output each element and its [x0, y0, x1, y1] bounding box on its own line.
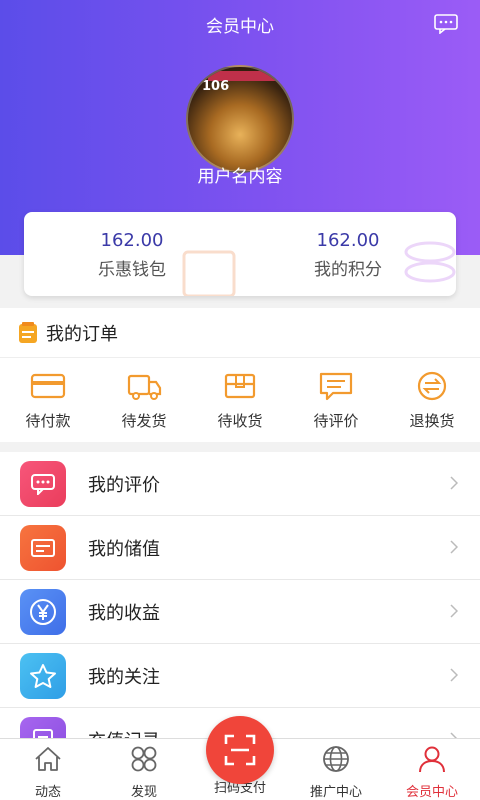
order-pending-review[interactable]: 待评价 — [288, 358, 384, 442]
chat-icon — [20, 460, 66, 507]
tab-discover-label: 发现 — [130, 785, 157, 800]
scan-icon — [224, 734, 256, 766]
order-pending-payment-label: 待付款 — [25, 412, 71, 430]
order-returns-label: 退换货 — [409, 412, 455, 430]
chevron-right-icon — [450, 476, 458, 490]
menu-my-earnings[interactable]: 我的收益 — [0, 580, 480, 644]
order-header[interactable]: 我的订单 — [0, 308, 480, 358]
stored-value-icon — [20, 524, 66, 571]
box-icon — [224, 373, 256, 399]
star-icon — [20, 652, 66, 699]
order-pending-shipment-label: 待发货 — [121, 412, 167, 430]
coins-deco-icon — [404, 241, 456, 283]
chevron-right-icon — [450, 668, 458, 682]
avatar[interactable]: 106 — [186, 65, 294, 173]
wallet-item[interactable]: 162.00 乐惠钱包 — [24, 212, 240, 296]
menu-my-follows[interactable]: 我的关注 — [0, 644, 480, 708]
page-title: 会员中心 — [206, 17, 274, 37]
order-pending-payment[interactable]: 待付款 — [0, 358, 96, 442]
yen-icon — [20, 588, 66, 635]
message-icon[interactable] — [434, 14, 458, 34]
wallet-card: 162.00 乐惠钱包 162.00 我的积分 — [24, 212, 456, 296]
tab-member-center-label: 会员中心 — [405, 785, 458, 800]
order-status-row: 待付款 待发货 待收货 待评价 退换货 — [0, 358, 480, 442]
truck-icon — [127, 374, 162, 400]
avatar-text: 106 — [202, 79, 230, 94]
order-pending-receipt[interactable]: 待收货 — [192, 358, 288, 442]
tab-promotion-label: 推广中心 — [309, 785, 362, 800]
chevron-right-icon — [450, 604, 458, 618]
user-icon — [419, 746, 445, 773]
scan-pay-button[interactable] — [206, 716, 274, 784]
menu-label: 我的收益 — [88, 602, 160, 624]
menu-label: 我的评价 — [88, 474, 160, 496]
exchange-icon — [417, 371, 447, 401]
card-icon — [30, 373, 66, 399]
order-section: 我的订单 待付款 待发货 待收货 待评价 退换货 — [0, 308, 480, 442]
order-pending-review-label: 待评价 — [313, 412, 359, 430]
menu-my-reviews[interactable]: 我的评价 — [0, 452, 480, 516]
chevron-right-icon — [450, 540, 458, 554]
wallet-deco-icon — [182, 250, 236, 296]
order-returns[interactable]: 退换货 — [384, 358, 480, 442]
document-icon — [19, 321, 37, 343]
tab-member-center[interactable]: 会员中心 — [384, 739, 480, 800]
order-title: 我的订单 — [46, 323, 118, 345]
tab-feed-label: 动态 — [34, 785, 61, 800]
record-icon — [20, 716, 66, 740]
tab-feed[interactable]: 动态 — [0, 739, 96, 800]
globe-icon — [323, 746, 349, 772]
menu-label: 我的关注 — [88, 666, 160, 688]
menu-label: 我的储值 — [88, 538, 160, 560]
menu-my-balance[interactable]: 我的储值 — [0, 516, 480, 580]
order-pending-shipment[interactable]: 待发货 — [96, 358, 192, 442]
tab-discover[interactable]: 发现 — [96, 739, 192, 800]
menu-list: 我的评价 我的储值 我的收益 我的关注 充值记录 — [0, 452, 480, 740]
discover-icon — [131, 746, 157, 772]
username: 用户名内容 — [197, 167, 283, 187]
points-item[interactable]: 162.00 我的积分 — [240, 212, 456, 296]
home-icon — [35, 747, 61, 771]
comment-icon — [319, 372, 353, 401]
order-pending-receipt-label: 待收货 — [217, 412, 263, 430]
tab-promotion[interactable]: 推广中心 — [288, 739, 384, 800]
